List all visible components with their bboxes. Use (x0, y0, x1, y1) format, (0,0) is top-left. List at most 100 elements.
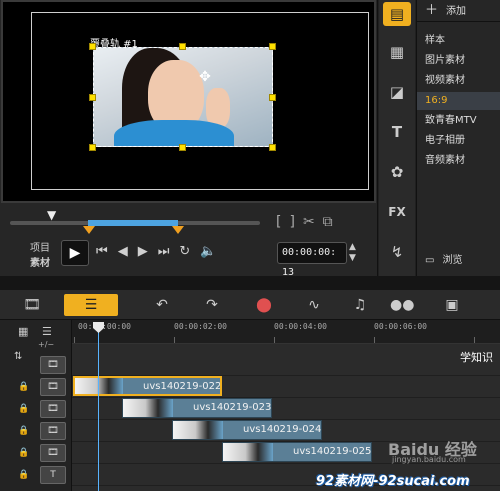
plus-icon: ＋ (425, 3, 439, 18)
library-item[interactable]: 图片素材 (417, 52, 500, 70)
resize-handle-t[interactable] (179, 43, 186, 50)
timeline-clip[interactable]: uvs140219-022 (73, 376, 222, 396)
audio-mixer-icon[interactable]: ∿ (302, 294, 326, 316)
panel-divider[interactable] (0, 276, 500, 290)
scrub-knob-icon[interactable]: ▼ (47, 208, 56, 222)
bracket-out-icon[interactable]: ] (289, 214, 294, 230)
library-item-selected[interactable]: 16:9 (417, 92, 500, 110)
filter-fx-icon[interactable]: FX (383, 200, 411, 224)
resize-handle-b[interactable] (179, 144, 186, 151)
mode-project-label[interactable]: 项目 (30, 239, 50, 254)
record-capture-icon[interactable]: ⬤ (252, 294, 276, 316)
browse-label: 浏览 (442, 255, 463, 266)
go-start-icon[interactable]: ⏮ (96, 244, 108, 259)
lock-icon[interactable]: 🔒 (18, 470, 29, 480)
clip-label: uvs140219-023.E (193, 402, 272, 413)
timeline-toolbar: 🎞 ☰ ↶ ↷ ⬤ ∿ ♫ ●● ▣ (0, 290, 500, 320)
browse-icon: ▭ (425, 255, 435, 266)
graphic-icon[interactable]: ✿ (383, 160, 411, 184)
timeline-clip[interactable]: uvs140219-023.E (122, 398, 272, 418)
library-item[interactable]: 致青春MTV (417, 112, 500, 130)
lock-icon[interactable]: 🔒 (18, 448, 29, 458)
go-end-icon[interactable]: ⏭ (158, 244, 170, 259)
overlay-image[interactable] (93, 47, 273, 147)
clip-thumbnail (223, 443, 273, 461)
timeline-clip[interactable]: uvs140219-025.E (222, 442, 372, 462)
video-track-icon[interactable]: 🎞 (40, 356, 66, 374)
resize-handle-tr[interactable] (269, 43, 276, 50)
resize-handle-bl[interactable] (89, 144, 96, 151)
track-expand-icon[interactable]: +/− (38, 340, 54, 349)
library-category-bar: ▤ ▦ ◪ T ✿ FX ↯ (379, 0, 415, 276)
title-text-clip[interactable]: 学知识 (460, 349, 493, 365)
ruler-tick (474, 337, 475, 343)
enlarge-icon[interactable]: ⧉ (323, 214, 333, 230)
overlay-track-icon[interactable]: 🎞 (40, 378, 66, 396)
redo-icon[interactable]: ↷ (200, 294, 224, 316)
time-ruler[interactable]: 00:00:00:00 00:00:02:00 00:00:04:00 00:0… (72, 320, 500, 344)
auto-music-icon[interactable]: ♫ (348, 294, 372, 316)
video-track-head: 🎞 (0, 354, 72, 376)
video-track-row[interactable] (72, 354, 500, 376)
resize-handle-l[interactable] (89, 94, 96, 101)
subtitle-editor-icon[interactable]: ▣ (440, 294, 464, 316)
ruler-tick-label: 00:00:02:00 (174, 322, 227, 331)
overlay-track-row[interactable]: uvs140219-022 (72, 376, 500, 398)
clip-thumbnail (75, 378, 123, 394)
track-manager-icon[interactable]: ▦ (18, 325, 28, 338)
playhead-line[interactable] (98, 322, 99, 491)
overlay-track-head-4: 🔒 🎞 (0, 442, 72, 464)
overlay-track-icon[interactable]: 🎞 (40, 400, 66, 418)
mode-clip-label[interactable]: 素材 (30, 254, 50, 269)
ruler-tick (174, 337, 175, 343)
media-library-icon[interactable]: ▤ (383, 2, 411, 26)
split-scissors-icon[interactable]: ✂ (303, 214, 315, 230)
resize-handle-r[interactable] (269, 94, 276, 101)
clip-label: uvs140219-025.E (293, 446, 372, 457)
bracket-in-icon[interactable]: [ (276, 214, 281, 230)
timecode-field[interactable]: 00:00:00: 13 (277, 242, 347, 278)
play-button[interactable]: ▶ (61, 240, 89, 266)
title-icon[interactable]: T (383, 120, 411, 144)
motion-tracking-icon[interactable]: ●● (390, 294, 414, 316)
timeline-view-icon[interactable]: ☰ (64, 294, 118, 316)
prev-frame-icon[interactable]: ◀ (118, 244, 128, 259)
lock-icon[interactable]: 🔒 (18, 382, 29, 392)
lock-icon[interactable]: 🔒 (18, 426, 29, 436)
track-list-icon[interactable]: ☰ (42, 325, 52, 338)
add-folder-button[interactable]: ＋ 添加 (417, 0, 500, 22)
volume-icon[interactable]: 🔈 (200, 244, 216, 259)
resize-handle-tl[interactable] (89, 43, 96, 50)
transport-controls: ⏮ ◀ ▶ ⏭ ↻ 🔈 (96, 244, 217, 259)
preview-panel: 覆叠轨 #1 ✥ ▼ [ ] ✂ ⧉ 项目 素材 ▶ ⏮ ◀ ▶ ⏭ ↻ 🔈 0… (0, 0, 378, 278)
overlay-track-row[interactable]: uvs140219-023.E (72, 398, 500, 420)
timeline-clip[interactable]: uvs140219-024.E (172, 420, 322, 440)
library-item[interactable]: 视频素材 (417, 72, 500, 90)
overlay-track-icon[interactable]: 🎞 (40, 444, 66, 462)
lock-icon[interactable]: 🔒 (18, 404, 29, 414)
next-frame-icon[interactable]: ▶ (138, 244, 148, 259)
overlay-track-icon[interactable]: 🎞 (40, 422, 66, 440)
trim-range[interactable] (88, 220, 178, 226)
transition-icon[interactable]: ◪ (383, 80, 411, 104)
browse-button[interactable]: ▭ 浏览 (417, 250, 500, 272)
instant-project-icon[interactable]: ▦ (383, 40, 411, 64)
storyboard-view-icon[interactable]: 🎞 (14, 294, 50, 316)
mark-in-icon[interactable] (83, 226, 95, 234)
clip-thumbnail (173, 421, 223, 439)
timeline-tracks: uvs140219-022 uvs140219-023.E uvs140219-… (72, 344, 500, 491)
library-item[interactable]: 电子相册 (417, 132, 500, 150)
library-item[interactable]: 音频素材 (417, 152, 500, 170)
mark-out-icon[interactable] (172, 226, 184, 234)
undo-icon[interactable]: ↶ (150, 294, 174, 316)
timecode-spinner-icon[interactable]: ▲ ▼ (349, 242, 356, 264)
repeat-icon[interactable]: ↻ (179, 244, 190, 259)
resize-handle-br[interactable] (269, 144, 276, 151)
library-item[interactable]: 样本 (417, 32, 500, 50)
ruler-tick-label: 00:00:00:00 (78, 322, 131, 331)
overlay-track-head-1: 🔒 🎞 (0, 376, 72, 398)
path-icon[interactable]: ↯ (383, 240, 411, 264)
overlay-track-head-2: 🔒 🎞 (0, 398, 72, 420)
ruler-tick (274, 337, 275, 343)
title-track-icon[interactable]: T (40, 466, 66, 484)
